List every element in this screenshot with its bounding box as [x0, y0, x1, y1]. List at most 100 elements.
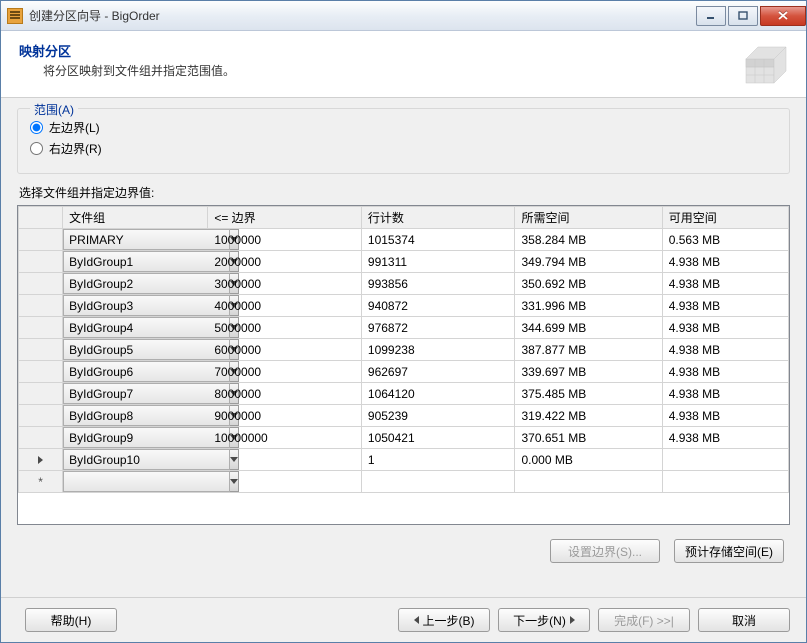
rowcount-cell[interactable]: 962697: [361, 361, 515, 383]
availspace-cell[interactable]: 0.563 MB: [662, 229, 788, 251]
row-header-cell[interactable]: [19, 361, 63, 383]
radio-left-boundary[interactable]: 左边界(L): [30, 119, 777, 136]
table-row[interactable]: 7000000962697339.697 MB4.938 MB: [19, 361, 789, 383]
filegroup-cell[interactable]: [63, 449, 208, 471]
availspace-cell[interactable]: 4.938 MB: [662, 383, 788, 405]
row-header-cell[interactable]: [19, 405, 63, 427]
availspace-cell[interactable]: 4.938 MB: [662, 405, 788, 427]
filegroup-cell[interactable]: [63, 317, 208, 339]
table-row[interactable]: 100000001050421370.651 MB4.938 MB: [19, 427, 789, 449]
col-reqspace[interactable]: 所需空间: [515, 207, 662, 229]
rowcount-cell[interactable]: 905239: [361, 405, 515, 427]
table-row[interactable]: 80000001064120375.485 MB4.938 MB: [19, 383, 789, 405]
help-button[interactable]: 帮助(H): [25, 608, 117, 632]
col-boundary[interactable]: <= 边界: [208, 207, 362, 229]
filegroup-combo-input[interactable]: [63, 361, 230, 382]
reqspace-cell[interactable]: 344.699 MB: [515, 317, 662, 339]
filegroup-combo-input[interactable]: [63, 427, 230, 448]
finish-button[interactable]: 完成(F) >>|: [598, 608, 690, 632]
rowcount-cell[interactable]: [361, 471, 515, 493]
col-availspace[interactable]: 可用空间: [662, 207, 788, 229]
row-header-cell[interactable]: [19, 427, 63, 449]
radio-right-boundary[interactable]: 右边界(R): [30, 140, 777, 157]
partition-grid[interactable]: 文件组 <= 边界 行计数 所需空间 可用空间 1000000101537435…: [17, 205, 790, 525]
col-rowheader[interactable]: [19, 207, 63, 229]
reqspace-cell[interactable]: 319.422 MB: [515, 405, 662, 427]
radio-right-input[interactable]: [30, 142, 43, 155]
filegroup-combo-input[interactable]: [63, 317, 230, 338]
row-header-cell[interactable]: [19, 229, 63, 251]
row-header-cell[interactable]: [19, 317, 63, 339]
filegroup-combo-input[interactable]: [63, 229, 230, 250]
table-row[interactable]: 10000001015374358.284 MB0.563 MB: [19, 229, 789, 251]
maximize-button[interactable]: [728, 6, 758, 26]
row-header-cell[interactable]: [19, 273, 63, 295]
rowcount-cell[interactable]: 1064120: [361, 383, 515, 405]
reqspace-cell[interactable]: 339.697 MB: [515, 361, 662, 383]
reqspace-cell[interactable]: 370.651 MB: [515, 427, 662, 449]
table-row[interactable]: 9000000905239319.422 MB4.938 MB: [19, 405, 789, 427]
reqspace-cell[interactable]: 350.692 MB: [515, 273, 662, 295]
cancel-button[interactable]: 取消: [698, 608, 790, 632]
row-header-cell[interactable]: [19, 339, 63, 361]
table-row[interactable]: 5000000976872344.699 MB4.938 MB: [19, 317, 789, 339]
col-rowcount[interactable]: 行计数: [361, 207, 515, 229]
row-header-cell[interactable]: [19, 251, 63, 273]
filegroup-cell[interactable]: [63, 229, 208, 251]
filegroup-combo-button[interactable]: [230, 471, 239, 492]
row-header-cell[interactable]: [19, 383, 63, 405]
availspace-cell[interactable]: 4.938 MB: [662, 317, 788, 339]
next-button[interactable]: 下一步(N): [498, 608, 590, 632]
table-row[interactable]: 4000000940872331.996 MB4.938 MB: [19, 295, 789, 317]
filegroup-combo-input[interactable]: [63, 405, 230, 426]
filegroup-cell[interactable]: [63, 427, 208, 449]
table-row[interactable]: 2000000991311349.794 MB4.938 MB: [19, 251, 789, 273]
filegroup-combo-input[interactable]: [63, 383, 230, 404]
col-filegroup[interactable]: 文件组: [63, 207, 208, 229]
filegroup-cell[interactable]: [63, 383, 208, 405]
reqspace-cell[interactable]: 387.877 MB: [515, 339, 662, 361]
rowcount-cell[interactable]: 1: [361, 449, 515, 471]
rowcount-cell[interactable]: 1099238: [361, 339, 515, 361]
filegroup-cell[interactable]: [63, 251, 208, 273]
table-row[interactable]: 3000000993856350.692 MB4.938 MB: [19, 273, 789, 295]
table-row[interactable]: 10.000 MB: [19, 449, 789, 471]
filegroup-combo-input[interactable]: [63, 251, 230, 272]
estimate-storage-button[interactable]: 预计存储空间(E): [674, 539, 784, 563]
reqspace-cell[interactable]: [515, 471, 662, 493]
row-header-cell[interactable]: [19, 449, 63, 471]
filegroup-combo-input[interactable]: [63, 471, 230, 492]
filegroup-cell[interactable]: [63, 471, 208, 493]
filegroup-combo-button[interactable]: [230, 449, 239, 470]
reqspace-cell[interactable]: 331.996 MB: [515, 295, 662, 317]
rowcount-cell[interactable]: 1050421: [361, 427, 515, 449]
minimize-button[interactable]: [696, 6, 726, 26]
availspace-cell[interactable]: 4.938 MB: [662, 295, 788, 317]
filegroup-cell[interactable]: [63, 273, 208, 295]
table-row[interactable]: 60000001099238387.877 MB4.938 MB: [19, 339, 789, 361]
reqspace-cell[interactable]: 375.485 MB: [515, 383, 662, 405]
titlebar[interactable]: 创建分区向导 - BigOrder: [1, 1, 806, 31]
availspace-cell[interactable]: [662, 449, 788, 471]
rowcount-cell[interactable]: 1015374: [361, 229, 515, 251]
row-header-cell[interactable]: *: [19, 471, 63, 493]
filegroup-combo-input[interactable]: [63, 449, 230, 470]
table-row[interactable]: *: [19, 471, 789, 493]
availspace-cell[interactable]: 4.938 MB: [662, 427, 788, 449]
set-boundary-button[interactable]: 设置边界(S)...: [550, 539, 660, 563]
reqspace-cell[interactable]: 358.284 MB: [515, 229, 662, 251]
availspace-cell[interactable]: 4.938 MB: [662, 339, 788, 361]
filegroup-cell[interactable]: [63, 339, 208, 361]
rowcount-cell[interactable]: 940872: [361, 295, 515, 317]
radio-left-input[interactable]: [30, 121, 43, 134]
close-button[interactable]: [760, 6, 806, 26]
back-button[interactable]: 上一步(B): [398, 608, 490, 632]
availspace-cell[interactable]: 4.938 MB: [662, 273, 788, 295]
filegroup-cell[interactable]: [63, 295, 208, 317]
reqspace-cell[interactable]: 349.794 MB: [515, 251, 662, 273]
rowcount-cell[interactable]: 991311: [361, 251, 515, 273]
reqspace-cell[interactable]: 0.000 MB: [515, 449, 662, 471]
filegroup-combo-input[interactable]: [63, 273, 230, 294]
availspace-cell[interactable]: 4.938 MB: [662, 251, 788, 273]
row-header-cell[interactable]: [19, 295, 63, 317]
